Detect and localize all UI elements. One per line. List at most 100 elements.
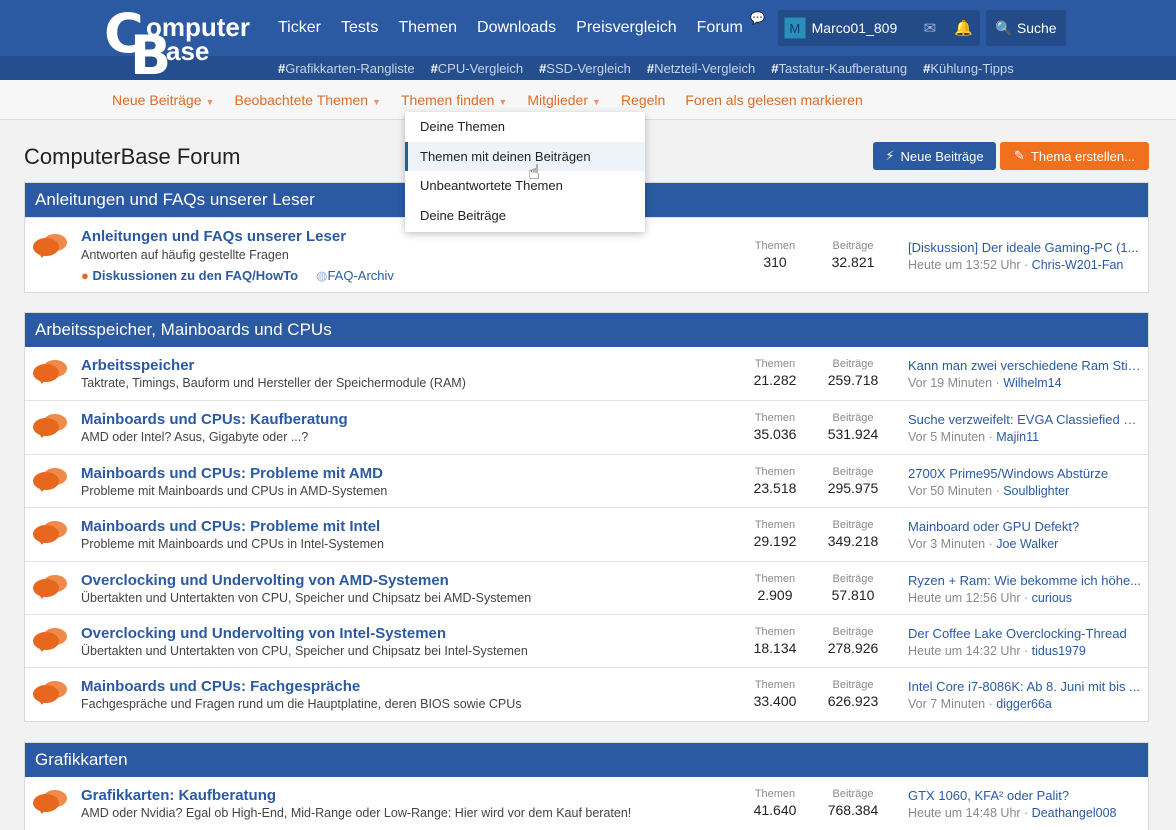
last-post-title[interactable]: [Diskussion] Der ideale Gaming-PC (1... [908, 240, 1144, 255]
create-thread-button[interactable]: ✎ Thema erstellen... [1000, 142, 1149, 170]
last-post: Suche verzweifelt: EVGA Classiefied SR2 V… [908, 412, 1144, 445]
search-button[interactable]: 🔍 Suche [986, 10, 1066, 46]
forum-title[interactable]: Arbeitsspeicher [81, 357, 194, 374]
forum-row: Mainboards und CPUs: Probleme mit Intel P… [25, 507, 1148, 560]
tag-navigation: #Grafikkarten-Rangliste #CPU-Vergleich #… [270, 58, 1022, 78]
username[interactable]: Marco01_809 [812, 20, 898, 36]
last-post: Ryzen + Ram: Wie bekomme ich höhe... Heut… [908, 573, 1144, 605]
last-post-user[interactable]: Joe Walker [996, 537, 1058, 551]
forum-description: Übertakten und Untertakten von CPU, Spei… [81, 590, 532, 605]
last-post-title[interactable]: Intel Core i7-8086K: Ab 8. Juni mit bis … [908, 679, 1144, 694]
tag-link-tastatur[interactable]: #Tastatur-Kaufberatung [763, 61, 915, 76]
subnav-mitglieder[interactable]: Mitglieder ▼ [517, 92, 611, 108]
topic-count: Themen 29.192 [753, 519, 797, 550]
category-block: Arbeitsspeicher, Mainboards und CPUs Arb… [24, 312, 1149, 722]
chat-bubbles-icon: ◍ [316, 268, 328, 283]
forum-title[interactable]: Mainboards und CPUs: Probleme mit Intel [81, 518, 380, 535]
chat-bubbles-icon [33, 788, 69, 816]
post-count: Beiträge 626.923 [827, 679, 879, 710]
logo-text-ase: ase [166, 36, 210, 66]
nav-forum[interactable]: Forum 💬 [687, 11, 765, 37]
forum-title[interactable]: Overclocking und Undervolting von AMD-Sy… [81, 572, 449, 589]
forum-title[interactable]: Mainboards und CPUs: Probleme mit AMD [81, 465, 383, 482]
subnav-neue-beitraege[interactable]: Neue Beiträge ▼ [102, 92, 224, 108]
forum-row: Mainboards und CPUs: Fachgespräche Fachge… [25, 667, 1148, 720]
forum-description: AMD oder Nvidia? Egal ob High-End, Mid-R… [81, 806, 632, 820]
tag-link-ssd[interactable]: #SSD-Vergleich [531, 61, 639, 76]
topic-count: Themen 2.909 [754, 572, 796, 603]
tag-link-grafikkarten[interactable]: #Grafikkarten-Rangliste [270, 61, 423, 76]
last-post-title[interactable]: Ryzen + Ram: Wie bekomme ich höhe... [908, 573, 1144, 588]
tag-link-kuehlung[interactable]: #Kühlung-Tipps [915, 61, 1022, 76]
last-post-user[interactable]: curious [1032, 591, 1072, 605]
last-post-title[interactable]: Der Coffee Lake Overclocking-Thread [908, 626, 1144, 641]
last-post-title[interactable]: 2700X Prime95/Windows Abstürze [908, 466, 1144, 481]
nav-tests[interactable]: Tests [331, 19, 388, 37]
forum-title[interactable]: Overclocking und Undervolting von Intel-… [81, 625, 446, 642]
envelope-icon[interactable]: ✉ [913, 19, 946, 37]
computerbase-logo[interactable]: C omputer B ase [100, 2, 260, 87]
subforum-link[interactable]: ● Diskussionen zu den FAQ/HowTo [81, 268, 298, 284]
search-icon: 🔍 [995, 19, 1013, 36]
subnav-themen-finden[interactable]: Themen finden ▼ [391, 92, 517, 108]
hand-cursor-icon: ☝ [528, 162, 541, 184]
last-post-title[interactable]: GTX 1060, KFA² oder Palit? [908, 788, 1144, 803]
last-post-user[interactable]: Majin11 [996, 430, 1039, 444]
topic-count: Themen 33.400 [753, 679, 797, 710]
post-count: Beiträge 278.926 [827, 625, 879, 656]
avatar[interactable]: M [784, 17, 806, 39]
post-count: Beiträge 768.384 [827, 788, 879, 818]
subnav-beobachtete-themen[interactable]: Beobachtete Themen ▼ [224, 92, 391, 108]
post-count: Beiträge 259.718 [827, 358, 879, 388]
page-title: ComputerBase Forum [24, 144, 241, 169]
bell-icon[interactable]: 🔔 [947, 19, 980, 37]
category-title[interactable]: Grafikkarten [25, 743, 1148, 777]
last-post-user[interactable]: digger66a [996, 697, 1052, 711]
last-post-title[interactable]: Kann man zwei verschiedene Ram Stic... [908, 358, 1144, 373]
caret-down-icon: ▼ [372, 97, 381, 107]
caret-down-icon: ▼ [205, 97, 215, 107]
forum-description: Probleme mit Mainboards und CPUs in AMD-… [81, 483, 388, 498]
forum-row: Mainboards und CPUs: Kaufberatung AMD ode… [25, 400, 1148, 453]
forum-title[interactable]: Mainboards und CPUs: Fachgespräche [81, 678, 360, 695]
tag-link-cpu[interactable]: #CPU-Vergleich [423, 61, 532, 76]
dropdown-item-deine-themen[interactable]: Deine Themen [405, 112, 645, 142]
nav-downloads[interactable]: Downloads [467, 19, 566, 37]
nav-ticker[interactable]: Ticker [268, 19, 331, 37]
subnav-foren-gelesen[interactable]: Foren als gelesen markieren [675, 92, 872, 108]
forum-description: Antworten auf häufig gestellte Fragen [81, 248, 289, 262]
last-post-user[interactable]: tidus1979 [1032, 644, 1086, 658]
dropdown-item-unbeantwortet[interactable]: Unbeantwortete Themen [405, 171, 645, 201]
tag-link-netzteil[interactable]: #Netzteil-Vergleich [639, 61, 763, 76]
chat-bubbles-icon [33, 626, 69, 654]
last-post-title[interactable]: Mainboard oder GPU Defekt? [908, 519, 1144, 534]
post-count: Beiträge 57.810 [831, 572, 875, 603]
forum-title[interactable]: Anleitungen und FAQs unserer Leser [81, 228, 346, 245]
nav-themen[interactable]: Themen [388, 19, 467, 37]
last-post-user[interactable]: Chris-W201-Fan [1032, 258, 1124, 272]
forum-title[interactable]: Grafikkarten: Kaufberatung [81, 787, 276, 804]
edit-icon: ✎ [1014, 148, 1025, 163]
main-navigation: Ticker Tests Themen Downloads Preisvergl… [268, 10, 765, 46]
chat-bubbles-icon [33, 679, 69, 707]
last-post-title[interactable]: Suche verzweifelt: EVGA Classiefied SR2 [908, 412, 1144, 427]
chat-bubbles-icon [33, 519, 69, 547]
chat-bubbles-icon [33, 412, 69, 440]
category-title[interactable]: Arbeitsspeicher, Mainboards und CPUs [25, 313, 1148, 347]
topic-count: Themen 41.640 [753, 788, 797, 818]
dropdown-item-themen-mit-beitraegen[interactable]: Themen mit deinen Beiträgen [405, 141, 645, 171]
nav-preisvergleich[interactable]: Preisvergleich [566, 19, 686, 37]
last-post-user[interactable]: Deathangel008 [1032, 806, 1117, 820]
caret-down-icon: ▼ [592, 97, 601, 107]
new-posts-button[interactable]: ⚡ Neue Beiträge [873, 142, 996, 170]
user-menu[interactable]: M Marco01_809 ✉ 🔔 [778, 10, 980, 46]
forum-description: AMD oder Intel? Asus, Gigabyte oder ...? [81, 430, 309, 445]
forum-title[interactable]: Mainboards und CPUs: Kaufberatung [81, 411, 348, 428]
forum-row: Overclocking und Undervolting von Intel-… [25, 613, 1148, 667]
subforum-link[interactable]: ◍FAQ-Archiv [316, 268, 394, 284]
dropdown-item-deine-beitraege[interactable]: Deine Beiträge [405, 201, 645, 231]
forum-description: Probleme mit Mainboards und CPUs in Inte… [81, 537, 384, 552]
subnav-regeln[interactable]: Regeln [611, 92, 675, 108]
last-post-user[interactable]: Soulblighter [1003, 484, 1069, 498]
last-post-user[interactable]: Wilhelm14 [1003, 376, 1061, 390]
